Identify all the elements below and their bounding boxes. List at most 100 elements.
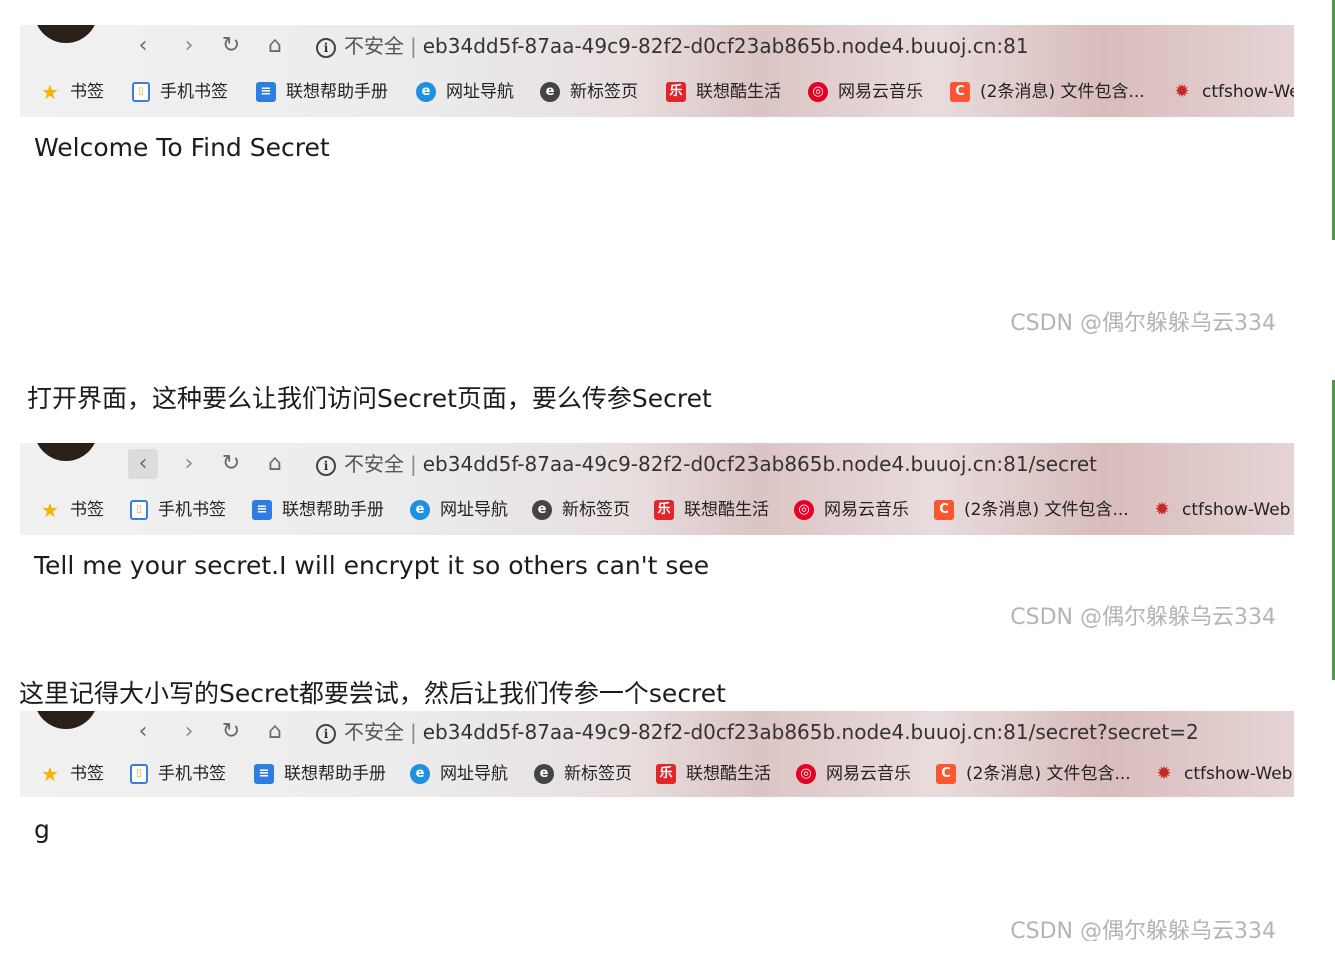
bookmark-label: 书签: [70, 764, 104, 784]
bookmark-item[interactable]: ◎ 网易云音乐: [808, 79, 923, 105]
address-bar[interactable]: i 不安全 | eb34dd5f-87aa-49c9-82f2-d0cf23ab865…: [316, 31, 1029, 61]
forward-button[interactable]: ›: [174, 449, 204, 479]
url-text[interactable]: eb34dd5f-87aa-49c9-82f2-d0cf23ab865b.nod…: [423, 34, 1029, 58]
bookmarks-bar: ★ 书签 ▯ 手机书签 ≡ 联想帮助手册 e 网址导航 e 新标签页 乐联想酷生活 ◎ 网易…: [20, 757, 1294, 791]
bookmark-label: 手机书签: [158, 500, 226, 520]
bookmark-item[interactable]: ≡ 联想帮助手册: [256, 79, 388, 105]
bookmark-item[interactable]: ▯ 手机书签: [130, 497, 226, 523]
bookmark-label: 网易云音乐: [824, 500, 909, 520]
netease-music-icon: ◎: [796, 764, 816, 784]
bookmark-item[interactable]: ★ 书签: [40, 497, 104, 523]
home-button[interactable]: ⌂: [260, 449, 290, 479]
caption-text: 打开界面，这种要么让我们访问Secret页面，要么传参Secret: [27, 384, 712, 413]
bookmark-item[interactable]: e 新标签页: [532, 497, 630, 523]
home-button[interactable]: ⌂: [260, 717, 290, 747]
forward-icon: ›: [184, 719, 194, 744]
bookmark-label: (2条消息) 文件包含...: [980, 82, 1145, 102]
navigation-bar: ‹ › ↻ ⌂ i 不安全 | eb34dd5f-87aa-49c9-82f2-d0c…: [20, 25, 1294, 67]
reload-icon: ↻: [221, 33, 241, 58]
bookmark-item[interactable]: C (2条消息) 文件包含...: [934, 497, 1129, 523]
star-icon: ★: [41, 80, 59, 104]
forward-button[interactable]: ›: [174, 31, 204, 61]
browser-screenshot-3: ‹ › ↻ ⌂ i 不安全 | eb34dd5f-87aa-49c9-82f2-d0c…: [20, 711, 1294, 941]
document-icon: ≡: [252, 500, 272, 520]
bookmark-label: 网易云音乐: [826, 764, 911, 784]
navigation-bar: ‹ › ↻ ⌂ i 不安全 | eb34dd5f-87aa-49c9-82f2-d0c…: [20, 443, 1294, 485]
star-icon: ★: [41, 498, 59, 522]
bookmark-item[interactable]: ≡ 联想帮助手册: [252, 497, 384, 523]
forward-icon: ›: [184, 451, 194, 476]
bookmark-item[interactable]: ≡ 联想帮助手册: [254, 761, 386, 787]
bookmark-label: 新标签页: [570, 82, 638, 102]
bookmark-item[interactable]: 乐联想酷生活: [656, 761, 771, 787]
e-icon: e: [532, 500, 552, 520]
url-separator: |: [410, 34, 417, 58]
bookmark-item[interactable]: C (2条消息) 文件包含...: [936, 761, 1131, 787]
bookmark-item[interactable]: ✹ ctfshow-Web: [1172, 79, 1294, 105]
home-icon: ⌂: [268, 33, 282, 58]
info-icon[interactable]: i: [316, 455, 336, 476]
info-icon[interactable]: i: [316, 723, 336, 744]
url-text[interactable]: eb34dd5f-87aa-49c9-82f2-d0cf23ab865b.nod…: [423, 720, 1199, 744]
bookmark-item[interactable]: ◎ 网易云音乐: [794, 497, 909, 523]
bookmark-item[interactable]: 乐联想酷生活: [666, 79, 781, 105]
bookmark-item[interactable]: ▯ 手机书签: [130, 761, 226, 787]
bookmark-item[interactable]: ✹ ctfshow-Web: [1154, 761, 1292, 787]
home-button[interactable]: ⌂: [260, 31, 290, 61]
bookmark-item[interactable]: ★ 书签: [40, 761, 104, 787]
forward-icon: ›: [184, 33, 194, 58]
csdn-watermark: CSDN @偶尔躲躲乌云334: [1010, 605, 1276, 630]
url-separator: |: [410, 452, 417, 476]
bookmark-label: 新标签页: [562, 500, 630, 520]
bookmark-item[interactable]: e 网址导航: [410, 761, 508, 787]
back-button[interactable]: ‹: [128, 449, 158, 479]
bookmarks-bar: ★ 书签 ▯ 手机书签 ≡ 联想帮助手册 e 网址导航 e 新标签页 乐联想酷生活 ◎ 网易…: [20, 75, 1294, 109]
bookmark-label: ctfshow-Web: [1202, 82, 1294, 102]
info-icon[interactable]: i: [316, 37, 336, 58]
reload-button[interactable]: ↻: [216, 31, 246, 61]
netease-music-icon: ◎: [808, 82, 828, 102]
star-icon: ★: [41, 762, 59, 786]
bookmark-item[interactable]: e 新标签页: [534, 761, 632, 787]
spider-icon: ✹: [1156, 763, 1172, 784]
reload-button[interactable]: ↻: [216, 449, 246, 479]
document-icon: ≡: [254, 764, 274, 784]
bookmark-item[interactable]: e 网址导航: [416, 79, 514, 105]
bookmark-item[interactable]: e 新标签页: [540, 79, 638, 105]
csdn-icon: C: [950, 82, 970, 102]
bookmark-label: 网址导航: [440, 764, 508, 784]
bookmark-label: 书签: [70, 82, 104, 102]
back-button[interactable]: ‹: [128, 31, 158, 61]
navigation-bar: ‹ › ↻ ⌂ i 不安全 | eb34dd5f-87aa-49c9-82f2-d0c…: [20, 711, 1294, 753]
back-icon: ‹: [138, 33, 148, 58]
bookmark-label: 新标签页: [564, 764, 632, 784]
document-icon: ≡: [256, 82, 276, 102]
bookmark-item[interactable]: ★ 书签: [40, 79, 104, 105]
home-icon: ⌂: [268, 451, 282, 476]
insecure-label: 不安全: [344, 720, 404, 744]
caption-text: 这里记得大小写的Secret都要尝试，然后让我们传参一个secret: [19, 679, 726, 708]
forward-button[interactable]: ›: [174, 717, 204, 747]
bookmark-label: 联想酷生活: [684, 500, 769, 520]
bookmark-item[interactable]: 乐联想酷生活: [654, 497, 769, 523]
lenovo-icon: 乐: [654, 500, 674, 520]
bookmark-item[interactable]: ✹ ctfshow-Web: [1152, 497, 1290, 523]
bookmark-item[interactable]: ◎ 网易云音乐: [796, 761, 911, 787]
address-bar[interactable]: i 不安全 | eb34dd5f-87aa-49c9-82f2-d0cf23ab865…: [316, 449, 1097, 479]
address-bar[interactable]: i 不安全 | eb34dd5f-87aa-49c9-82f2-d0cf23ab865…: [316, 717, 1199, 747]
reload-button[interactable]: ↻: [216, 717, 246, 747]
bookmark-label: 手机书签: [158, 764, 226, 784]
bookmark-label: 联想帮助手册: [286, 82, 388, 102]
reload-icon: ↻: [221, 451, 241, 476]
spider-icon: ✹: [1174, 81, 1190, 102]
bookmark-item[interactable]: e 网址导航: [410, 497, 508, 523]
e-icon: e: [534, 764, 554, 784]
bookmark-label: 联想帮助手册: [284, 764, 386, 784]
url-text[interactable]: eb34dd5f-87aa-49c9-82f2-d0cf23ab865b.nod…: [423, 452, 1097, 476]
netease-music-icon: ◎: [794, 500, 814, 520]
bookmark-item[interactable]: ▯ 手机书签: [132, 79, 228, 105]
bookmark-item[interactable]: C (2条消息) 文件包含...: [950, 79, 1145, 105]
csdn-icon: C: [934, 500, 954, 520]
csdn-watermark: CSDN @偶尔躲躲乌云334: [1010, 311, 1276, 335]
back-button[interactable]: ‹: [128, 717, 158, 747]
